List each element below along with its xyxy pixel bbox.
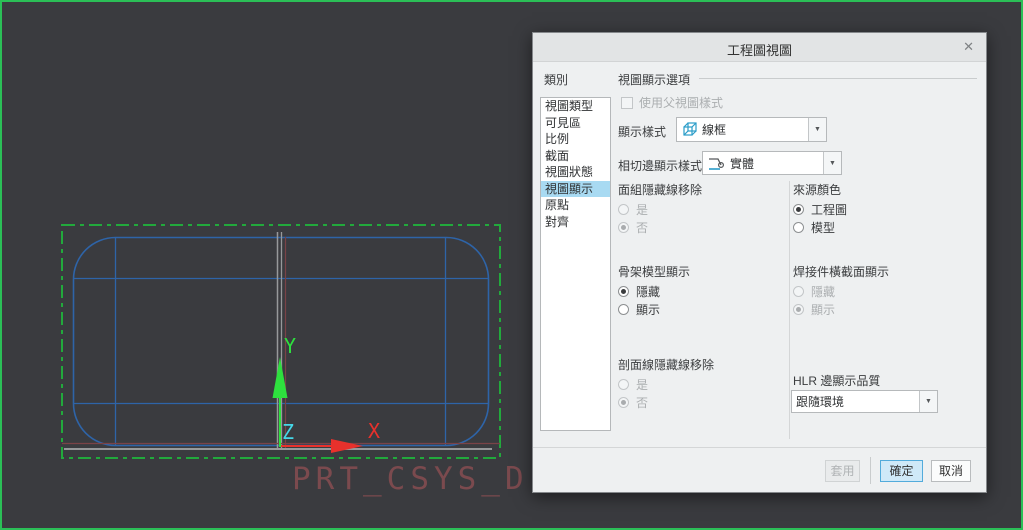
radio-icon[interactable]	[793, 222, 804, 233]
hatch-hlr-group: 剖面線隱藏線移除 是 否	[618, 356, 714, 413]
radio-label: 工程圖	[811, 203, 848, 217]
radio-icon	[618, 397, 629, 408]
radio-label: 是	[636, 378, 649, 392]
category-item-sections[interactable]: 截面	[541, 148, 610, 165]
radio-label: 是	[636, 203, 649, 217]
csys-name-label: PRT_CSYS_D	[292, 461, 529, 497]
tangent-edge-style-label: 相切邊顯示樣式	[618, 159, 703, 173]
dialog-titlebar[interactable]: 工程圖視圖 ✕	[533, 33, 986, 62]
radio-icon	[618, 222, 629, 233]
skeleton-display-group: 骨架模型顯示 隱藏 顯示	[618, 263, 690, 320]
hatch-hlr-yes: 是	[618, 377, 714, 392]
weldment-hide: 隱藏	[793, 284, 889, 299]
category-item-view-states[interactable]: 視圖狀態	[541, 164, 610, 181]
tangent-edge-style-value: 實體	[730, 156, 755, 171]
radio-label: 否	[636, 221, 649, 235]
radio-label: 否	[636, 396, 649, 410]
ok-button[interactable]: 確定	[880, 460, 923, 482]
radio-label: 顯示	[636, 303, 661, 317]
section-divider	[699, 78, 977, 79]
hatch-hlr-label: 剖面線隱藏線移除	[618, 358, 715, 372]
use-parent-style-row: 使用父視圖樣式	[621, 94, 723, 111]
display-style-label: 顯示樣式	[618, 125, 667, 139]
skeleton-display-label: 骨架模型顯示	[618, 265, 691, 279]
quilt-hlr-label: 面組隱藏線移除	[618, 183, 703, 197]
wireframe-cube-icon	[683, 121, 697, 136]
x-axis-label: X	[368, 419, 380, 443]
x-axis-arrowhead	[331, 439, 363, 453]
category-item-scale[interactable]: 比例	[541, 131, 610, 148]
category-item-view-type[interactable]: 視圖類型	[541, 98, 610, 115]
radio-icon	[618, 379, 629, 390]
radio-label: 隱藏	[811, 285, 836, 299]
radio-icon	[618, 204, 629, 215]
tangent-edge-dropdown-arrow[interactable]: ▼	[823, 152, 841, 174]
quilt-hlr-yes: 是	[618, 202, 702, 217]
close-icon[interactable]: ✕	[963, 39, 974, 55]
category-list: 視圖類型 可見區 比例 截面 視圖狀態 視圖顯示 原點 對齊	[540, 97, 611, 431]
radio-label: 模型	[811, 221, 836, 235]
radio-icon	[793, 304, 804, 315]
colors-come-from-group: 來源顏色 工程圖 模型	[793, 181, 847, 238]
category-item-visible-area[interactable]: 可見區	[541, 115, 610, 132]
apply-button[interactable]: 套用	[825, 460, 860, 482]
y-axis-label: Y	[284, 334, 296, 358]
display-style-combo[interactable]: 線框 ▼	[676, 117, 827, 142]
footer-divider	[533, 447, 986, 448]
section-title: 視圖顯示選項	[618, 73, 691, 87]
hlr-quality-dropdown-arrow[interactable]: ▼	[919, 391, 937, 412]
colors-from-model[interactable]: 模型	[793, 220, 847, 235]
radio-icon[interactable]	[793, 204, 804, 215]
radio-icon[interactable]	[618, 286, 629, 297]
csys-triad[interactable]: Y Z X	[272, 334, 381, 453]
display-style-value: 線框	[702, 123, 727, 137]
radio-icon	[793, 286, 804, 297]
cancel-button[interactable]: 取消	[931, 460, 971, 482]
hatch-hlr-no: 否	[618, 395, 714, 410]
skeleton-hide[interactable]: 隱藏	[618, 284, 690, 299]
use-parent-style-checkbox[interactable]	[621, 96, 633, 109]
use-parent-style-label: 使用父視圖樣式	[639, 96, 724, 110]
radio-icon[interactable]	[618, 304, 629, 315]
radio-label: 顯示	[811, 303, 836, 317]
hlr-quality-combo[interactable]: 跟隨環境 ▼	[791, 390, 938, 413]
quilt-hlr-no: 否	[618, 220, 702, 235]
weldment-xsec-label: 焊接件橫截面顯示	[793, 265, 890, 279]
display-style-dropdown-arrow[interactable]: ▼	[808, 118, 826, 141]
hlr-quality-value: 跟隨環境	[796, 395, 845, 409]
skeleton-show[interactable]: 顯示	[618, 302, 690, 317]
button-group-divider	[870, 457, 871, 484]
drawing-view-dialog: 工程圖視圖 ✕ 類別 視圖類型 可見區 比例 截面 視圖狀態 視圖顯示 原點 對…	[532, 32, 987, 493]
hlr-quality-label: HLR 邊顯示品質	[793, 374, 881, 388]
dialog-title: 工程圖視圖	[726, 43, 792, 58]
weldment-xsec-group: 焊接件橫截面顯示 隱藏 顯示	[793, 263, 889, 320]
radio-label: 隱藏	[636, 285, 661, 299]
category-item-view-display[interactable]: 視圖顯示	[541, 180, 610, 197]
colors-from-drawing[interactable]: 工程圖	[793, 202, 847, 217]
app-window: Y Z X PRT_CSYS_D 工程圖視圖 ✕ 類別 視圖類型 可見區 比例 …	[0, 0, 1023, 530]
colors-come-from-label: 來源顏色	[793, 183, 842, 197]
quilt-hlr-group: 面組隱藏線移除 是 否	[618, 181, 702, 238]
weldment-show: 顯示	[793, 302, 889, 317]
category-item-alignment[interactable]: 對齊	[541, 214, 610, 231]
tangent-edge-icon	[709, 158, 725, 170]
tangent-edge-style-combo[interactable]: 實體 ▼	[702, 151, 842, 175]
z-axis-label: Z	[282, 420, 294, 444]
column-divider	[789, 181, 790, 439]
categories-label: 類別	[544, 73, 569, 87]
category-item-origin[interactable]: 原點	[541, 197, 610, 214]
